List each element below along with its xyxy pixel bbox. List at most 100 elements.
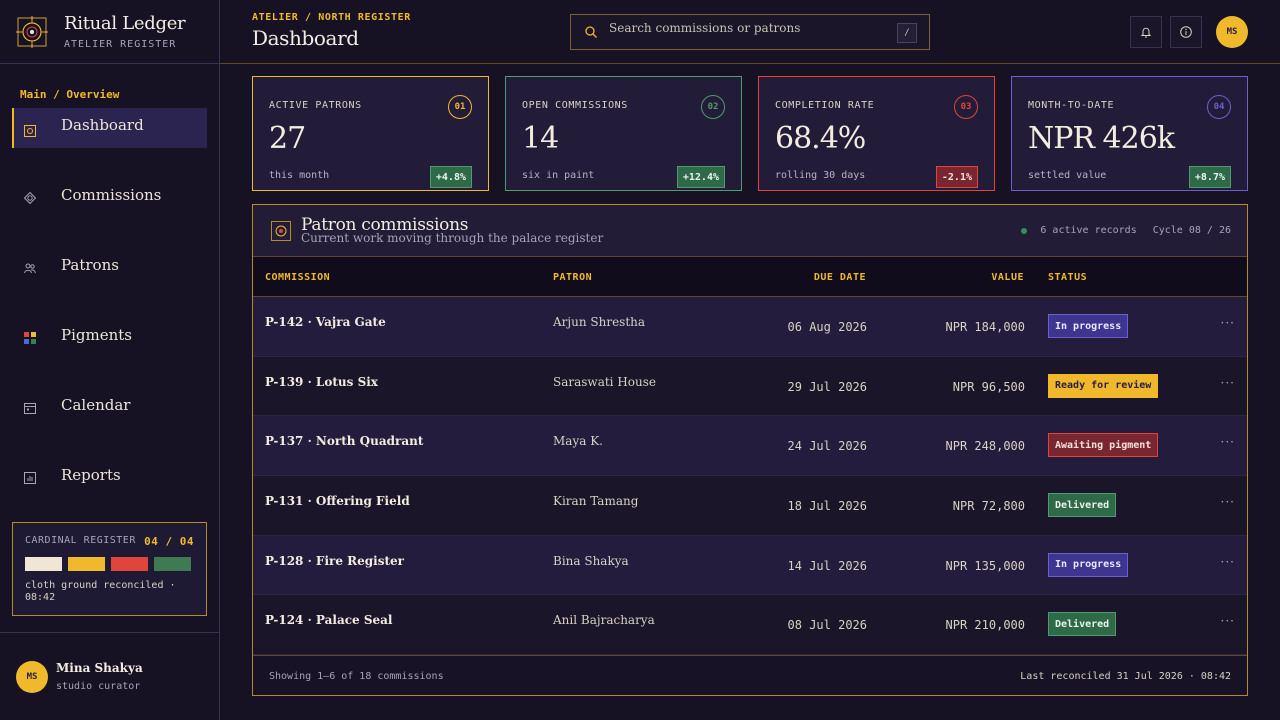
stat-index-badge: 03 [954,95,978,119]
panel-subtitle: Current work moving through the palace r… [301,231,604,245]
mandala-square-icon [271,221,291,241]
mandala-logo-icon [16,15,48,48]
search-icon [585,23,597,42]
stat-index-badge: 01 [448,95,472,119]
user-role: studio curator [56,681,141,692]
due-date-cell: 29 Jul 2026 [787,379,867,394]
value-cell: NPR 210,000 [945,618,1025,633]
color-swatch [111,557,148,571]
avatar: MS [16,660,48,693]
stat-caption: this month [269,170,330,181]
stat-label: ACTIVE PATRONS [269,100,362,111]
column-header-due-date[interactable]: DUE DATE [814,272,866,283]
stat-card-open-commissions: OPEN COMMISSIONS 02 14 six in paint +12.… [505,76,742,191]
stat-index-badge: 04 [1207,95,1231,119]
notifications-button[interactable] [1130,16,1162,48]
status-badge: In progress [1048,552,1129,577]
column-header-commission[interactable]: COMMISSION [265,272,330,283]
cardinal-label: CARDINAL REGISTER [25,535,136,546]
commission-cell: P-128 · Fire Register [265,553,404,568]
commission-cell: P-139 · Lotus Six [265,374,378,389]
lotus-diamond-icon [24,192,36,204]
stat-delta-badge: +8.7% [1188,166,1231,188]
stat-caption: six in paint [522,170,595,181]
sidebar-item-dashboard[interactable]: Dashboard [12,108,207,148]
due-date-cell: 14 Jul 2026 [787,558,867,573]
row-more-icon[interactable]: ··· [1221,495,1235,509]
user-name: Mina Shakya [56,661,143,675]
page-title: Dashboard [252,26,359,50]
row-more-icon[interactable]: ··· [1221,614,1235,628]
app-title: Ritual Ledger [64,12,186,34]
last-reconciled: Last reconciled 31 Jul 2026 · 08:42 [1020,671,1231,682]
stat-value: NPR 426k [1028,121,1175,156]
value-cell: NPR 135,000 [945,558,1025,573]
stat-index-badge: 02 [701,95,725,119]
nav-section-label: Main / Overview [20,88,120,101]
row-more-icon[interactable]: ··· [1221,435,1235,449]
status-badge: Delivered [1048,493,1117,518]
status-dot-icon [1021,227,1028,234]
search-shortcut-key: / [897,23,917,43]
stat-delta-badge: +4.8% [429,166,472,188]
table-header: COMMISSION PATRON DUE DATE VALUE STATUS [253,257,1247,297]
value-cell: NPR 72,800 [952,499,1025,514]
due-date-cell: 06 Aug 2026 [787,320,867,334]
sidebar-item-label: Calendar [61,396,131,414]
table-row[interactable]: P-128 · Fire Register Bina Shakya 14 Jul… [253,535,1247,596]
row-more-icon[interactable]: ··· [1221,316,1235,330]
due-date-cell: 18 Jul 2026 [787,499,867,514]
stat-value: 27 [269,121,306,156]
breadcrumb[interactable]: ATELIER / NORTH REGISTER [252,12,411,23]
sidebar-item-label: Commissions [61,186,162,204]
pagination-summary: Showing 1–6 of 18 commissions [269,671,444,682]
sidebar-item-label: Patrons [61,256,119,274]
stat-value: 68.4% [775,121,866,156]
stat-label: MONTH-TO-DATE [1028,100,1115,111]
table-row[interactable]: P-139 · Lotus Six Saraswati House 29 Jul… [253,356,1247,417]
sidebar-item-reports[interactable]: Reports [12,458,207,498]
column-header-patron[interactable]: PATRON [553,272,592,283]
table-row[interactable]: P-142 · Vajra Gate Arjun Shrestha 06 Aug… [253,297,1247,357]
cycle-indicator: Cycle 08 / 26 [1152,225,1231,236]
brand[interactable]: Ritual Ledger ATELIER REGISTER [0,0,219,64]
column-header-value[interactable]: VALUE [991,272,1024,283]
stat-card-completion-rate: COMPLETION RATE 03 68.4% rolling 30 days… [758,76,995,191]
sidebar-item-label: Pigments [61,326,132,344]
stat-card-month-to-date: MONTH-TO-DATE 04 NPR 426k settled value … [1011,76,1248,191]
user-profile[interactable]: MS Mina Shakya studio curator [0,632,219,720]
mandala-square-icon [24,125,36,137]
sidebar-item-patrons[interactable]: Patrons [12,248,207,288]
row-more-icon[interactable]: ··· [1221,376,1235,390]
row-more-icon[interactable]: ··· [1221,555,1235,569]
color-swatch [154,557,191,571]
cardinal-register-card: CARDINAL REGISTER 04 / 04 cloth ground r… [12,522,207,616]
cardinal-note: cloth ground reconciled · 08:42 [25,580,176,603]
panel-header: Patron commissions Current work moving t… [253,205,1247,257]
table-row[interactable]: P-131 · Offering Field Kiran Tamang 18 J… [253,476,1247,536]
sidebar-item-pigments[interactable]: Pigments [12,318,207,358]
stat-card-active-patrons: ACTIVE PATRONS 01 27 this month +4.8% [252,76,489,191]
patron-cell: Bina Shakya [553,553,629,568]
column-header-status[interactable]: STATUS [1048,272,1087,283]
table-row[interactable]: P-137 · North Quadrant Maya K. 24 Jul 20… [253,416,1247,477]
stat-label: OPEN COMMISSIONS [522,100,628,111]
search-input[interactable] [609,21,879,35]
status-badge: Delivered [1048,612,1117,637]
info-button[interactable] [1170,16,1202,48]
table-body: P-142 · Vajra Gate Arjun Shrestha 06 Aug… [253,297,1247,656]
sidebar: Ritual Ledger ATELIER REGISTER Main / Ov… [0,0,220,720]
commissions-panel: Patron commissions Current work moving t… [252,204,1248,696]
table-row[interactable]: P-124 · Palace Seal Anil Bajracharya 08 … [253,595,1247,656]
status-badge: Awaiting pigment [1048,433,1159,458]
search-bar[interactable]: / [570,14,930,50]
header-avatar[interactable]: MS [1216,16,1248,48]
due-date-cell: 24 Jul 2026 [787,439,867,454]
sidebar-item-label: Dashboard [61,116,144,134]
stat-value: 14 [522,121,559,156]
status-badge: In progress [1048,314,1129,338]
status-badge: Ready for review [1048,373,1159,398]
app-subtitle: ATELIER REGISTER [64,38,177,50]
sidebar-item-commissions[interactable]: Commissions [12,178,207,218]
sidebar-item-calendar[interactable]: Calendar [12,388,207,428]
